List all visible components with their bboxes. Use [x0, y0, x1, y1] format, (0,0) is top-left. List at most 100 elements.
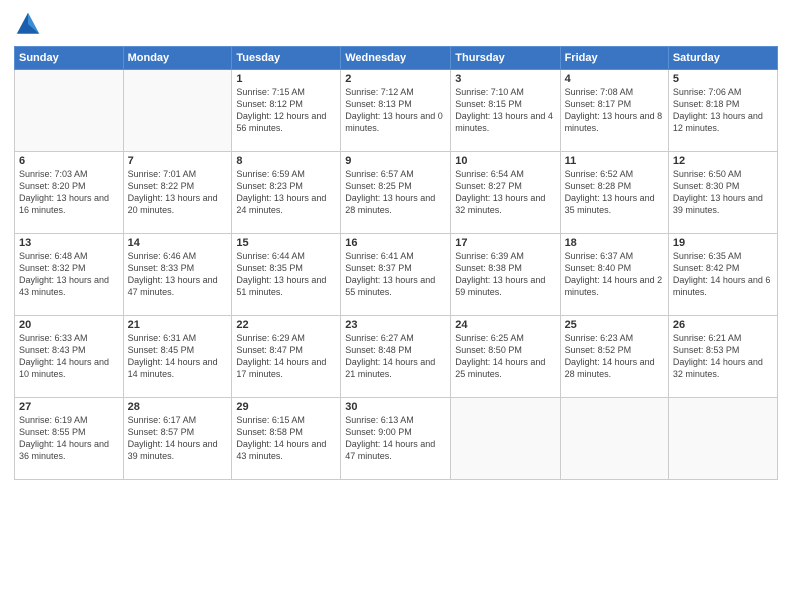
- day-info: Sunrise: 7:03 AM Sunset: 8:20 PM Dayligh…: [19, 168, 119, 217]
- day-number: 2: [345, 73, 446, 85]
- calendar-cell: 1Sunrise: 7:15 AM Sunset: 8:12 PM Daylig…: [232, 70, 341, 152]
- day-info: Sunrise: 6:35 AM Sunset: 8:42 PM Dayligh…: [673, 250, 773, 299]
- day-info: Sunrise: 6:41 AM Sunset: 8:37 PM Dayligh…: [345, 250, 446, 299]
- day-info: Sunrise: 6:23 AM Sunset: 8:52 PM Dayligh…: [565, 332, 664, 381]
- calendar-cell: 13Sunrise: 6:48 AM Sunset: 8:32 PM Dayli…: [15, 234, 124, 316]
- day-info: Sunrise: 7:12 AM Sunset: 8:13 PM Dayligh…: [345, 86, 446, 135]
- day-number: 20: [19, 319, 119, 331]
- day-number: 5: [673, 73, 773, 85]
- calendar-cell: 29Sunrise: 6:15 AM Sunset: 8:58 PM Dayli…: [232, 398, 341, 480]
- calendar-cell: 8Sunrise: 6:59 AM Sunset: 8:23 PM Daylig…: [232, 152, 341, 234]
- calendar-week-1: 1Sunrise: 7:15 AM Sunset: 8:12 PM Daylig…: [15, 70, 778, 152]
- day-info: Sunrise: 7:15 AM Sunset: 8:12 PM Dayligh…: [236, 86, 336, 135]
- day-number: 16: [345, 237, 446, 249]
- calendar-cell: 15Sunrise: 6:44 AM Sunset: 8:35 PM Dayli…: [232, 234, 341, 316]
- day-number: 15: [236, 237, 336, 249]
- col-header-thursday: Thursday: [451, 47, 560, 70]
- calendar-cell: 22Sunrise: 6:29 AM Sunset: 8:47 PM Dayli…: [232, 316, 341, 398]
- day-info: Sunrise: 7:08 AM Sunset: 8:17 PM Dayligh…: [565, 86, 664, 135]
- day-info: Sunrise: 6:48 AM Sunset: 8:32 PM Dayligh…: [19, 250, 119, 299]
- day-number: 7: [128, 155, 228, 167]
- day-info: Sunrise: 6:13 AM Sunset: 9:00 PM Dayligh…: [345, 414, 446, 463]
- calendar-cell: 19Sunrise: 6:35 AM Sunset: 8:42 PM Dayli…: [668, 234, 777, 316]
- calendar-header-row: SundayMondayTuesdayWednesdayThursdayFrid…: [15, 47, 778, 70]
- day-number: 26: [673, 319, 773, 331]
- day-info: Sunrise: 6:54 AM Sunset: 8:27 PM Dayligh…: [455, 168, 555, 217]
- calendar-cell: 17Sunrise: 6:39 AM Sunset: 8:38 PM Dayli…: [451, 234, 560, 316]
- day-info: Sunrise: 6:39 AM Sunset: 8:38 PM Dayligh…: [455, 250, 555, 299]
- calendar-week-4: 20Sunrise: 6:33 AM Sunset: 8:43 PM Dayli…: [15, 316, 778, 398]
- day-info: Sunrise: 6:31 AM Sunset: 8:45 PM Dayligh…: [128, 332, 228, 381]
- calendar-cell: 24Sunrise: 6:25 AM Sunset: 8:50 PM Dayli…: [451, 316, 560, 398]
- day-info: Sunrise: 6:50 AM Sunset: 8:30 PM Dayligh…: [673, 168, 773, 217]
- day-number: 11: [565, 155, 664, 167]
- day-info: Sunrise: 6:59 AM Sunset: 8:23 PM Dayligh…: [236, 168, 336, 217]
- calendar-cell: 30Sunrise: 6:13 AM Sunset: 9:00 PM Dayli…: [341, 398, 451, 480]
- day-number: 6: [19, 155, 119, 167]
- col-header-tuesday: Tuesday: [232, 47, 341, 70]
- day-info: Sunrise: 6:33 AM Sunset: 8:43 PM Dayligh…: [19, 332, 119, 381]
- calendar-cell: [451, 398, 560, 480]
- day-number: 18: [565, 237, 664, 249]
- logo-icon: [14, 10, 42, 38]
- day-number: 27: [19, 401, 119, 413]
- day-number: 13: [19, 237, 119, 249]
- calendar-week-3: 13Sunrise: 6:48 AM Sunset: 8:32 PM Dayli…: [15, 234, 778, 316]
- day-number: 8: [236, 155, 336, 167]
- calendar-cell: 27Sunrise: 6:19 AM Sunset: 8:55 PM Dayli…: [15, 398, 124, 480]
- day-number: 23: [345, 319, 446, 331]
- day-info: Sunrise: 6:25 AM Sunset: 8:50 PM Dayligh…: [455, 332, 555, 381]
- col-header-wednesday: Wednesday: [341, 47, 451, 70]
- calendar-cell: 18Sunrise: 6:37 AM Sunset: 8:40 PM Dayli…: [560, 234, 668, 316]
- calendar-cell: 23Sunrise: 6:27 AM Sunset: 8:48 PM Dayli…: [341, 316, 451, 398]
- day-info: Sunrise: 6:37 AM Sunset: 8:40 PM Dayligh…: [565, 250, 664, 299]
- day-number: 10: [455, 155, 555, 167]
- calendar-cell: 3Sunrise: 7:10 AM Sunset: 8:15 PM Daylig…: [451, 70, 560, 152]
- page: SundayMondayTuesdayWednesdayThursdayFrid…: [0, 0, 792, 612]
- day-info: Sunrise: 6:57 AM Sunset: 8:25 PM Dayligh…: [345, 168, 446, 217]
- day-info: Sunrise: 7:01 AM Sunset: 8:22 PM Dayligh…: [128, 168, 228, 217]
- day-info: Sunrise: 7:10 AM Sunset: 8:15 PM Dayligh…: [455, 86, 555, 135]
- col-header-friday: Friday: [560, 47, 668, 70]
- calendar-cell: 10Sunrise: 6:54 AM Sunset: 8:27 PM Dayli…: [451, 152, 560, 234]
- day-info: Sunrise: 6:44 AM Sunset: 8:35 PM Dayligh…: [236, 250, 336, 299]
- calendar-cell: 4Sunrise: 7:08 AM Sunset: 8:17 PM Daylig…: [560, 70, 668, 152]
- day-info: Sunrise: 6:19 AM Sunset: 8:55 PM Dayligh…: [19, 414, 119, 463]
- day-number: 4: [565, 73, 664, 85]
- calendar-cell: 26Sunrise: 6:21 AM Sunset: 8:53 PM Dayli…: [668, 316, 777, 398]
- calendar-cell: [15, 70, 124, 152]
- logo: [14, 10, 46, 38]
- day-number: 12: [673, 155, 773, 167]
- calendar-cell: [560, 398, 668, 480]
- day-number: 17: [455, 237, 555, 249]
- day-info: Sunrise: 6:15 AM Sunset: 8:58 PM Dayligh…: [236, 414, 336, 463]
- col-header-saturday: Saturday: [668, 47, 777, 70]
- calendar-cell: 5Sunrise: 7:06 AM Sunset: 8:18 PM Daylig…: [668, 70, 777, 152]
- day-number: 14: [128, 237, 228, 249]
- calendar-cell: 25Sunrise: 6:23 AM Sunset: 8:52 PM Dayli…: [560, 316, 668, 398]
- day-info: Sunrise: 6:17 AM Sunset: 8:57 PM Dayligh…: [128, 414, 228, 463]
- day-number: 28: [128, 401, 228, 413]
- day-number: 3: [455, 73, 555, 85]
- day-number: 21: [128, 319, 228, 331]
- calendar-cell: 2Sunrise: 7:12 AM Sunset: 8:13 PM Daylig…: [341, 70, 451, 152]
- calendar-cell: 21Sunrise: 6:31 AM Sunset: 8:45 PM Dayli…: [123, 316, 232, 398]
- calendar-cell: 28Sunrise: 6:17 AM Sunset: 8:57 PM Dayli…: [123, 398, 232, 480]
- day-number: 25: [565, 319, 664, 331]
- day-info: Sunrise: 6:52 AM Sunset: 8:28 PM Dayligh…: [565, 168, 664, 217]
- day-number: 9: [345, 155, 446, 167]
- calendar-cell: 9Sunrise: 6:57 AM Sunset: 8:25 PM Daylig…: [341, 152, 451, 234]
- calendar-cell: 6Sunrise: 7:03 AM Sunset: 8:20 PM Daylig…: [15, 152, 124, 234]
- calendar-cell: 12Sunrise: 6:50 AM Sunset: 8:30 PM Dayli…: [668, 152, 777, 234]
- col-header-monday: Monday: [123, 47, 232, 70]
- header: [14, 10, 778, 38]
- day-number: 1: [236, 73, 336, 85]
- calendar-cell: 16Sunrise: 6:41 AM Sunset: 8:37 PM Dayli…: [341, 234, 451, 316]
- col-header-sunday: Sunday: [15, 47, 124, 70]
- calendar-cell: [668, 398, 777, 480]
- calendar-week-2: 6Sunrise: 7:03 AM Sunset: 8:20 PM Daylig…: [15, 152, 778, 234]
- calendar-cell: 14Sunrise: 6:46 AM Sunset: 8:33 PM Dayli…: [123, 234, 232, 316]
- calendar-week-5: 27Sunrise: 6:19 AM Sunset: 8:55 PM Dayli…: [15, 398, 778, 480]
- calendar-cell: [123, 70, 232, 152]
- day-info: Sunrise: 6:21 AM Sunset: 8:53 PM Dayligh…: [673, 332, 773, 381]
